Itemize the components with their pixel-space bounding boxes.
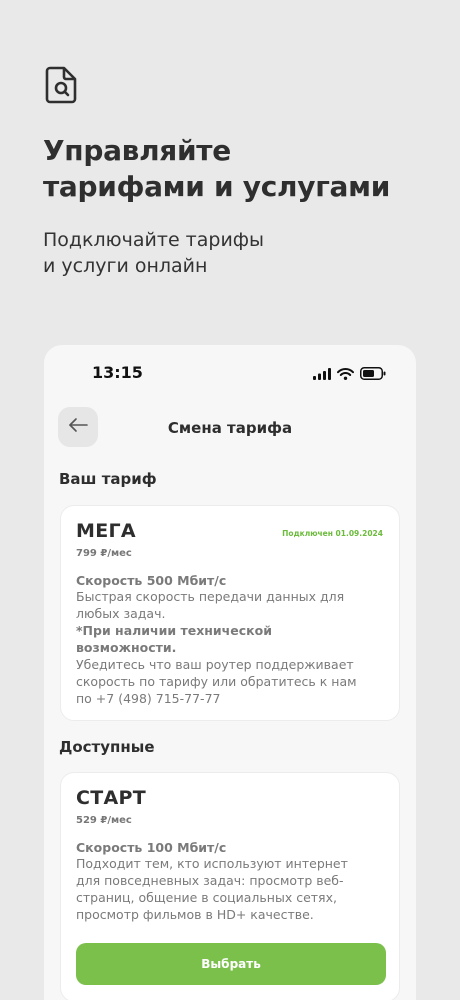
- page-title: Смена тарифа: [167, 419, 293, 437]
- promo-subtitle-line: Подключайте тарифы: [43, 229, 265, 251]
- nav-bar: Смена тарифа: [44, 407, 416, 451]
- tariff-note-line: возможности.: [76, 640, 177, 655]
- tariff-speed: Скорость 100 Мбит/с: [76, 840, 227, 855]
- status-bar: 13:15: [44, 345, 416, 401]
- phone-screen: 13:15 Смена тарифа Ваш тариф МЕГА Подклю…: [44, 345, 416, 1000]
- tariff-info-line: скорость по тарифу или обратитесь к нам: [76, 674, 357, 689]
- tariff-speed: Скорость 500 Мбит/с: [76, 573, 227, 588]
- promo-title-line: тарифами и услугами: [43, 170, 391, 203]
- available-tariff-card: СТАРТ 529 ₽/мес Скорость 100 Мбит/с Подх…: [60, 772, 400, 1000]
- tariff-description-line: для повседневных задач: просмотр веб-: [76, 873, 344, 888]
- wifi-icon: [337, 365, 354, 384]
- tariff-info-line: Убедитесь что ваш роутер поддерживает: [76, 657, 354, 672]
- status-icons: [313, 365, 386, 384]
- current-tariff-card: МЕГА Подключен 01.09.2024 799 ₽/мес Скор…: [60, 505, 400, 721]
- promo-title-line: Управляйте: [43, 134, 231, 167]
- tariff-price: 529 ₽/мес: [76, 815, 132, 826]
- tariff-note-line: *При наличии технической: [76, 623, 272, 638]
- section-label-current: Ваш тариф: [59, 470, 157, 488]
- tariff-description-line: просмотр фильмов в HD+ качестве.: [76, 907, 314, 922]
- status-badge: Подключен 01.09.2024: [282, 529, 383, 538]
- document-search-icon: [44, 64, 80, 106]
- promo-title: Управляйте тарифами и услугами: [43, 133, 443, 205]
- status-time: 13:15: [92, 363, 143, 382]
- tariff-description-line: Быстрая скорость передачи данных для: [76, 589, 345, 604]
- battery-icon: [360, 365, 386, 384]
- tariff-price: 799 ₽/мес: [76, 548, 132, 559]
- tariff-description-line: Подходит тем, кто используют интернет: [76, 856, 348, 871]
- signal-icon: [313, 365, 331, 384]
- tariff-description-line: любых задач.: [76, 606, 166, 621]
- section-label-available: Доступные: [59, 738, 155, 756]
- select-tariff-button[interactable]: Выбрать: [76, 943, 386, 985]
- promo-subtitle: Подключайте тарифы и услуги онлайн: [43, 227, 423, 279]
- tariff-info-line: по +7 (498) 715-77-77: [76, 691, 221, 706]
- tariff-name: СТАРТ: [76, 787, 146, 809]
- tariff-description-line: страниц, общение в социальных сетях,: [76, 890, 337, 905]
- promo-subtitle-line: и услуги онлайн: [43, 255, 208, 277]
